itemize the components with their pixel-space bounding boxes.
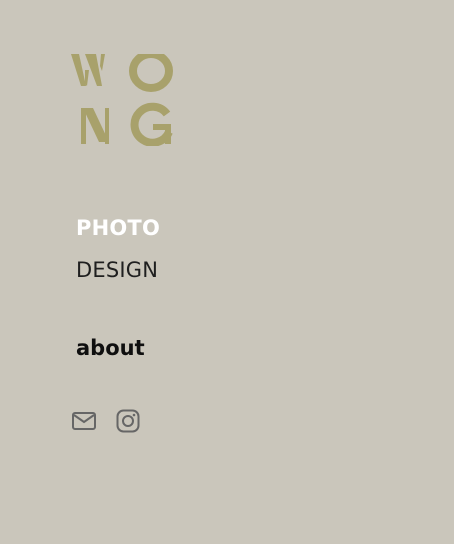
instagram-icon [116,409,140,433]
social-links [72,409,140,433]
wong-logo[interactable] [71,54,175,146]
logo-letter-g [130,102,173,146]
about-link[interactable]: about [76,335,145,361]
logo-letter-n [81,108,109,144]
nav-photo-link[interactable]: PHOTO [76,215,160,241]
mail-button[interactable] [72,409,96,433]
wong-logo-mark [71,54,173,146]
nav-design-link[interactable]: DESIGN [76,257,158,283]
logo-letter-w [71,54,105,86]
logo-letter-o [129,54,173,92]
instagram-button[interactable] [116,409,140,433]
mail-icon [72,412,96,430]
